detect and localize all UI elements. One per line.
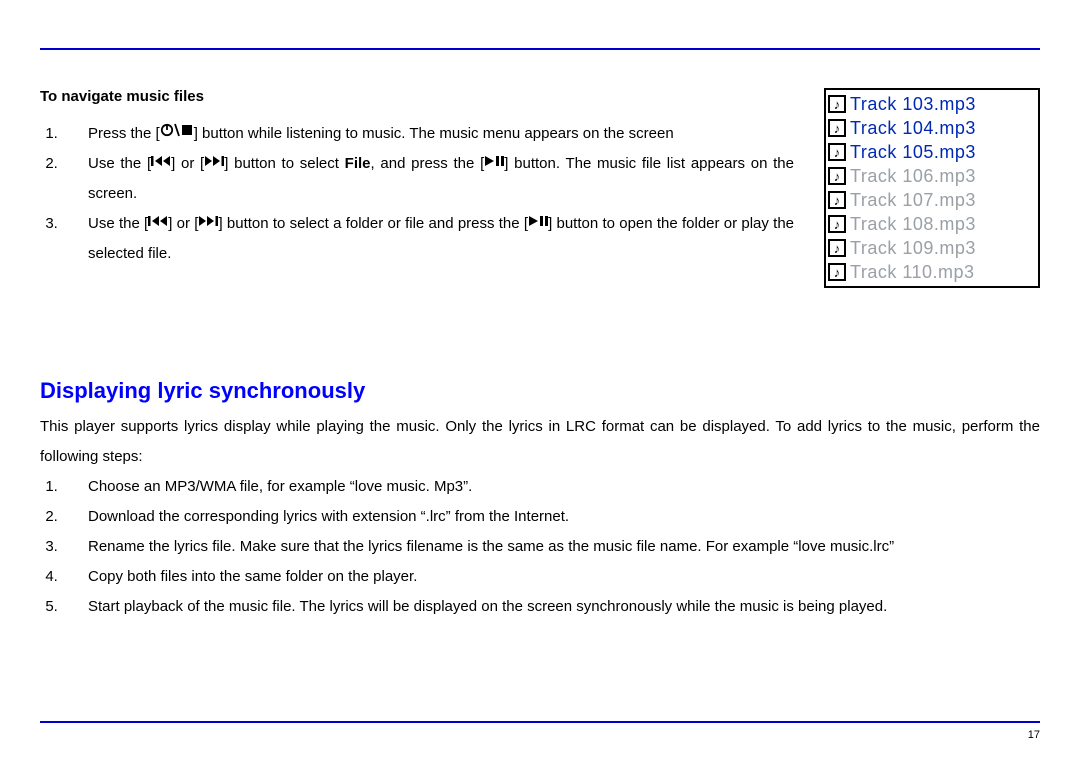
text: ] or [ bbox=[171, 155, 204, 172]
track-row: ♪Track 105.mp3 bbox=[828, 140, 1036, 164]
track-label: Track 104.mp3 bbox=[850, 118, 976, 139]
track-row: ♪Track 110.mp3 bbox=[828, 260, 1036, 284]
subheading: To navigate music files bbox=[40, 88, 794, 105]
text: ] button to select bbox=[224, 155, 344, 172]
page-number: 17 bbox=[1028, 729, 1040, 741]
play-pause-icon bbox=[528, 208, 548, 238]
step-1: Press the [ ] button while listening to m… bbox=[62, 119, 794, 149]
text: ] or [ bbox=[168, 215, 198, 232]
music-note-icon: ♪ bbox=[828, 119, 846, 137]
lyrics-step: Start playback of the music file. The ly… bbox=[62, 592, 1040, 622]
track-label: Track 103.mp3 bbox=[850, 94, 976, 115]
skip-forward-icon bbox=[198, 208, 218, 238]
text: , and press the [ bbox=[371, 155, 485, 172]
music-note-icon: ♪ bbox=[828, 167, 846, 185]
music-note-icon: ♪ bbox=[828, 191, 846, 209]
track-label: Track 109.mp3 bbox=[850, 238, 976, 259]
step-2: Use the [ ] or [ ] button to select File, … bbox=[62, 149, 794, 209]
lyrics-step: Choose an MP3/WMA file, for example “lov… bbox=[62, 472, 1040, 502]
power-stop-icon bbox=[160, 118, 194, 148]
track-row: ♪Track 107.mp3 bbox=[828, 188, 1036, 212]
track-row: ♪Track 109.mp3 bbox=[828, 236, 1036, 260]
play-pause-icon bbox=[484, 148, 504, 178]
steps-list-lyrics: Choose an MP3/WMA file, for example “lov… bbox=[62, 472, 1040, 622]
music-note-icon: ♪ bbox=[828, 95, 846, 113]
top-rule bbox=[40, 48, 1040, 50]
text: ] button to select a folder or file and … bbox=[218, 215, 528, 232]
music-note-icon: ♪ bbox=[828, 215, 846, 233]
bold-file: File bbox=[345, 155, 371, 172]
lyrics-step: Rename the lyrics file. Make sure that t… bbox=[62, 532, 1040, 562]
track-row: ♪Track 106.mp3 bbox=[828, 164, 1036, 188]
document-page: To navigate music files Press the [ ] but… bbox=[0, 0, 1080, 763]
lyrics-step: Copy both files into the same folder on … bbox=[62, 562, 1040, 592]
text: Press the [ bbox=[88, 125, 160, 142]
section-lyrics: Displaying lyric synchronously This play… bbox=[40, 378, 1040, 622]
text: Use the [ bbox=[88, 215, 148, 232]
track-list-screenshot: ♪Track 103.mp3♪Track 104.mp3♪Track 105.m… bbox=[824, 88, 1040, 288]
intro-paragraph: This player supports lyrics display whil… bbox=[40, 412, 1040, 472]
section-title: Displaying lyric synchronously bbox=[40, 378, 1040, 404]
content-row: To navigate music files Press the [ ] but… bbox=[40, 88, 1040, 288]
text: Use the [ bbox=[88, 155, 151, 172]
text: ] button while listening to music. The m… bbox=[194, 125, 674, 142]
lyrics-step: Download the corresponding lyrics with e… bbox=[62, 502, 1040, 532]
skip-back-icon bbox=[151, 148, 171, 178]
track-label: Track 105.mp3 bbox=[850, 142, 976, 163]
track-label: Track 108.mp3 bbox=[850, 214, 976, 235]
track-label: Track 110.mp3 bbox=[850, 262, 975, 283]
bottom-rule bbox=[40, 721, 1040, 723]
section-navigate-files: To navigate music files Press the [ ] but… bbox=[40, 88, 794, 288]
skip-back-icon bbox=[148, 208, 168, 238]
music-note-icon: ♪ bbox=[828, 239, 846, 257]
music-note-icon: ♪ bbox=[828, 143, 846, 161]
track-label: Track 107.mp3 bbox=[850, 190, 976, 211]
track-row: ♪Track 103.mp3 bbox=[828, 92, 1036, 116]
track-row: ♪Track 104.mp3 bbox=[828, 116, 1036, 140]
skip-forward-icon bbox=[204, 148, 224, 178]
track-label: Track 106.mp3 bbox=[850, 166, 976, 187]
step-3: Use the [ ] or [ ] button to select a fold… bbox=[62, 209, 794, 269]
music-note-icon: ♪ bbox=[828, 263, 846, 281]
track-row: ♪Track 108.mp3 bbox=[828, 212, 1036, 236]
steps-list-nav: Press the [ ] button while listening to m… bbox=[62, 119, 794, 269]
